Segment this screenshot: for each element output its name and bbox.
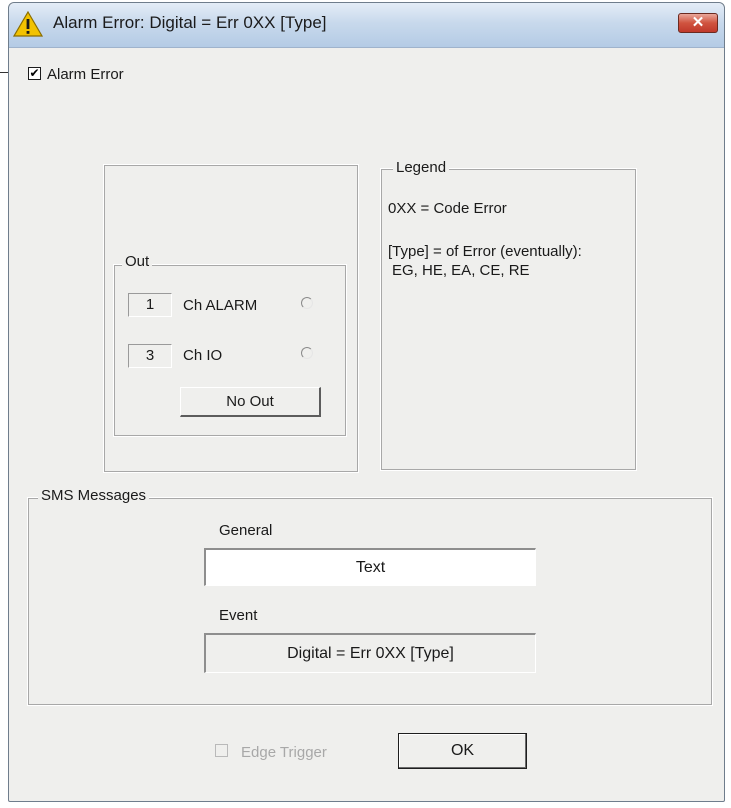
close-button[interactable]: ✕ <box>678 13 718 33</box>
general-label: General <box>219 522 273 539</box>
edge-trigger-label[interactable]: Edge Trigger <box>241 744 327 761</box>
event-label: Event <box>219 607 258 624</box>
alarm-error-checkbox[interactable]: ✔ <box>28 67 41 80</box>
ch-io-label: Ch IO <box>183 347 223 364</box>
ch-alarm-label: Ch ALARM <box>183 297 258 314</box>
sms-messages-group <box>27 497 713 706</box>
general-message-field[interactable]: Text <box>204 548 536 586</box>
close-icon: ✕ <box>691 14 705 31</box>
ch-alarm-radio[interactable] <box>301 297 313 309</box>
event-message-field[interactable]: Digital = Err 0XX [Type] <box>204 633 536 673</box>
legend-type-description: [Type] = of Error (eventually): <box>388 243 582 260</box>
alarm-error-label[interactable]: Alarm Error <box>47 66 124 83</box>
ch-io-radio[interactable] <box>301 347 313 359</box>
no-out-button[interactable]: No Out <box>180 387 321 417</box>
window-title: Alarm Error: Digital = Err 0XX [Type] <box>53 13 327 32</box>
ch-alarm-number[interactable]: 1 <box>128 293 172 317</box>
out-group-title: Out <box>122 253 153 270</box>
ch-io-number[interactable]: 3 <box>128 344 172 368</box>
ok-button[interactable]: OK <box>398 733 527 769</box>
sms-messages-title: SMS Messages <box>38 487 150 504</box>
checkmark-icon: ✔ <box>29 66 40 80</box>
legend-title: Legend <box>393 159 450 176</box>
title-bar[interactable]: Alarm Error: Digital = Err 0XX [Type] ✕ <box>9 3 724 48</box>
edge-trigger-checkbox[interactable] <box>215 744 228 757</box>
legend-code-error: 0XX = Code Error <box>388 200 507 217</box>
legend-type-codes: EG, HE, EA, CE, RE <box>392 262 530 279</box>
warning-icon <box>13 11 43 37</box>
alarm-error-dialog: Alarm Error: Digital = Err 0XX [Type] ✕ … <box>8 2 725 802</box>
